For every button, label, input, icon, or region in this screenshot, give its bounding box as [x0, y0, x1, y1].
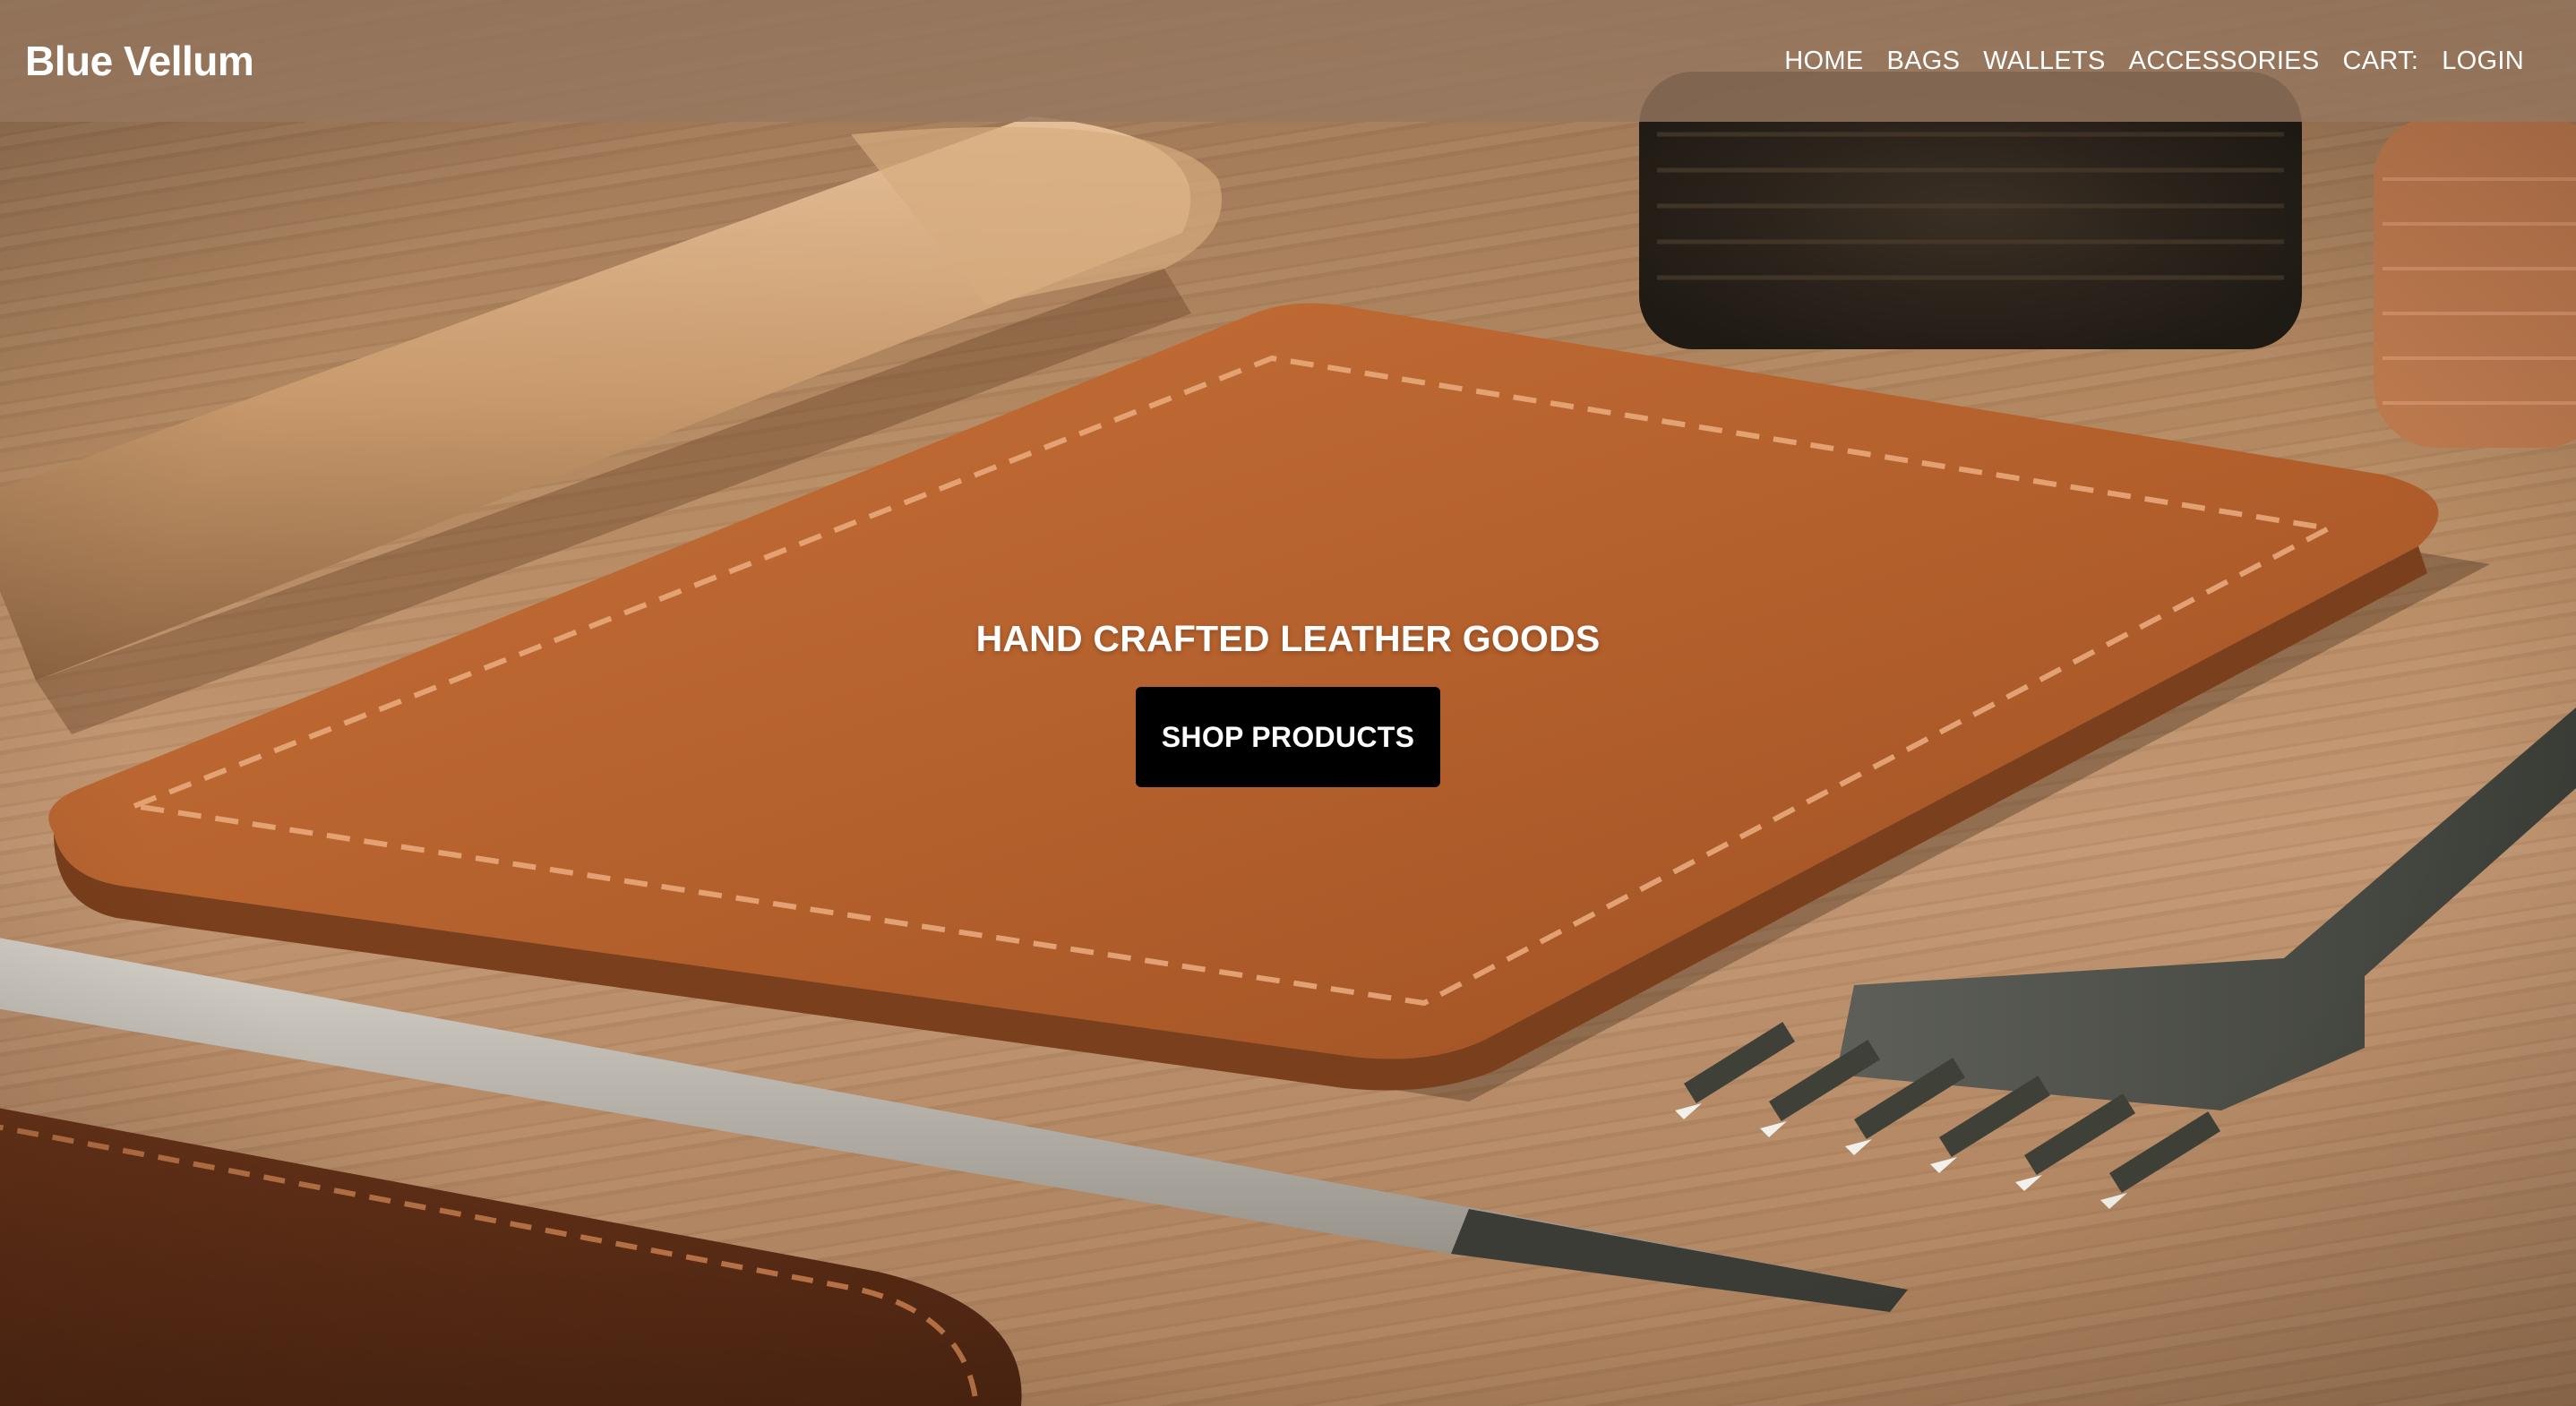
hero-content: HAND CRAFTED LEATHER GOODS SHOP PRODUCTS [0, 618, 2576, 787]
nav-accessories-link[interactable]: ACCESSORIES [2129, 47, 2320, 76]
nav-cart-link[interactable]: CART: [2342, 47, 2418, 76]
brand-logo[interactable]: Blue Vellum [25, 37, 254, 85]
nav-wallets-link[interactable]: WALLETS [1983, 47, 2105, 76]
nav-login-link[interactable]: LOGIN [2442, 47, 2524, 76]
main-nav: HOME BAGS WALLETS ACCESSORIES CART: LOGI… [1784, 47, 2524, 76]
nav-home-link[interactable]: HOME [1784, 47, 1863, 76]
nav-bags-link[interactable]: BAGS [1886, 47, 1960, 76]
top-navbar: Blue Vellum HOME BAGS WALLETS ACCESSORIE… [0, 0, 2576, 122]
shop-products-button[interactable]: SHOP PRODUCTS [1136, 687, 1440, 787]
hero-title: HAND CRAFTED LEATHER GOODS [975, 618, 1601, 659]
